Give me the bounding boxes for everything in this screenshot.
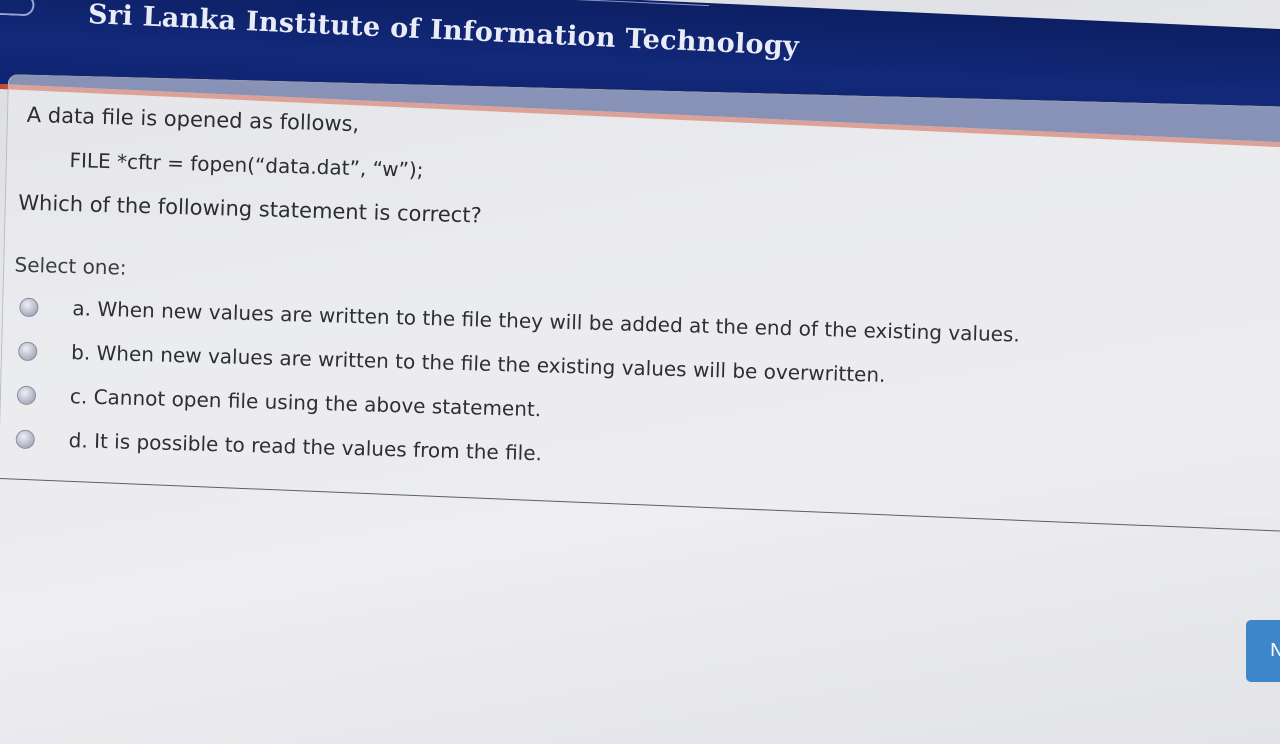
radio-button-icon[interactable]	[16, 385, 37, 405]
radio-button-icon[interactable]	[19, 297, 39, 317]
site-title: Sri Lanka Institute of Information Techn…	[87, 0, 800, 63]
radio-button-icon[interactable]	[17, 341, 38, 361]
page: Sri Lanka Institute of Information Techn…	[0, 0, 1280, 744]
next-page-button[interactable]: N	[1246, 620, 1280, 682]
select-one-label: Select one:	[14, 252, 127, 280]
institute-logo-icon	[0, 0, 35, 17]
radio-button-icon[interactable]	[15, 429, 36, 449]
